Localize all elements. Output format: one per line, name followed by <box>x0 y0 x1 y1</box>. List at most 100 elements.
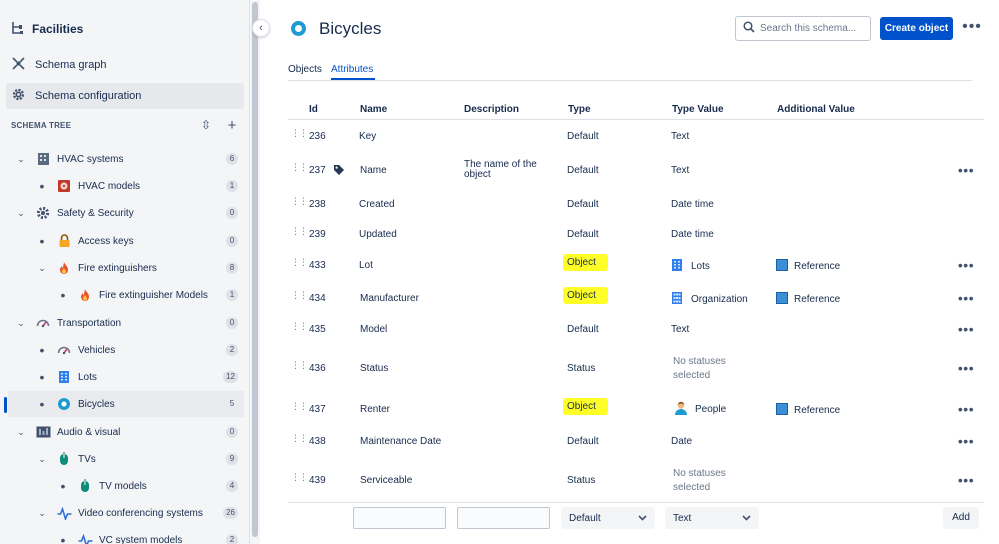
drag-handle-icon[interactable]: ⋮⋮ <box>291 434 308 446</box>
attribute-additional-value[interactable]: Reference <box>776 259 840 272</box>
attribute-name[interactable]: Manufacturer <box>360 293 419 304</box>
attribute-type-value[interactable]: Text <box>671 131 689 142</box>
tree-item-video-conferencing-systems[interactable]: ⌄ Video conferencing systems 26 <box>37 500 238 526</box>
attribute-type-value[interactable]: Date time <box>671 199 714 210</box>
attribute-name[interactable]: Updated <box>359 229 397 240</box>
attribute-type[interactable]: Object <box>563 398 608 415</box>
chevron-down-icon[interactable]: ⌄ <box>37 508 47 519</box>
attribute-name[interactable]: Serviceable <box>360 475 412 486</box>
attribute-type-value[interactable]: Date time <box>671 229 714 240</box>
schema-graph-link[interactable]: Schema graph <box>6 52 244 78</box>
attribute-name[interactable]: Lot <box>359 260 373 271</box>
tree-item-lots[interactable]: • Lots 12 <box>37 364 238 390</box>
row-more-actions-icon[interactable]: ••• <box>957 361 975 375</box>
expand-collapse-icon[interactable]: ⇳ <box>197 118 215 132</box>
new-attribute-type-select[interactable]: Default <box>561 507 655 529</box>
tree-item-bicycles[interactable]: • Bicycles 5 <box>8 391 244 417</box>
drag-handle-icon[interactable]: ⋮⋮ <box>291 322 308 334</box>
attribute-type[interactable]: Default <box>567 131 599 142</box>
attribute-name[interactable]: Created <box>359 199 395 210</box>
tree-item-tvs[interactable]: ⌄ TVs 9 <box>37 446 238 472</box>
tree-item-hvac-models[interactable]: • HVAC models 1 <box>37 173 238 199</box>
sidebar-scrollbar[interactable] <box>250 0 260 544</box>
attribute-type[interactable]: Default <box>567 165 599 176</box>
attribute-type[interactable]: Object <box>563 254 608 271</box>
drag-handle-icon[interactable]: ⋮⋮ <box>291 197 308 209</box>
new-attribute-type-value-select[interactable]: Text <box>665 507 759 529</box>
row-more-actions-icon[interactable]: ••• <box>957 258 975 272</box>
scrollbar-thumb[interactable] <box>252 2 258 537</box>
tree-item-hvac-systems[interactable]: ⌄ HVAC systems 6 <box>16 146 238 172</box>
attribute-name[interactable]: Name <box>360 165 387 176</box>
tree-item-audio-visual[interactable]: ⌄ Audio & visual 0 <box>16 419 238 445</box>
attribute-type-value[interactable]: Text <box>671 324 689 335</box>
attribute-type-value[interactable]: Text <box>671 165 689 176</box>
tab-attributes[interactable]: Attributes <box>331 64 373 75</box>
drag-handle-icon[interactable]: ⋮⋮ <box>291 163 308 175</box>
chevron-down-icon[interactable]: ⌄ <box>16 154 26 165</box>
tree-item-fire-extinguisher-models[interactable]: • Fire extinguisher Models 1 <box>58 282 238 308</box>
drag-handle-icon[interactable]: ⋮⋮ <box>291 361 308 373</box>
row-more-actions-icon[interactable]: ••• <box>957 163 975 177</box>
attribute-type-value[interactable]: No statuses selected <box>673 355 726 383</box>
attribute-type[interactable]: Object <box>563 287 608 304</box>
row-more-actions-icon[interactable]: ••• <box>957 473 975 487</box>
attribute-name[interactable]: Model <box>360 324 387 335</box>
row-more-actions-icon[interactable]: ••• <box>957 322 975 336</box>
drag-handle-icon[interactable]: ⋮⋮ <box>291 291 308 303</box>
sidebar: Facilities Schema graph Schema configura… <box>0 0 250 544</box>
new-attribute-description-input[interactable] <box>457 507 550 529</box>
attribute-type-value[interactable]: No statuses selected <box>673 467 726 495</box>
attribute-name[interactable]: Key <box>359 131 376 142</box>
drag-handle-icon[interactable]: ⋮⋮ <box>291 227 308 239</box>
search-field[interactable] <box>735 16 871 41</box>
tree-item-safety-security[interactable]: ⌄ Safety & Security 0 <box>16 200 238 226</box>
chevron-down-icon[interactable]: ⌄ <box>16 208 26 219</box>
create-object-button[interactable]: Create object <box>880 17 953 40</box>
attribute-type-value[interactable]: Organization <box>671 291 748 308</box>
row-more-actions-icon[interactable]: ••• <box>957 402 975 416</box>
new-attribute-name-input[interactable] <box>353 507 446 529</box>
tree-item-transportation[interactable]: ⌄ Transportation 0 <box>16 310 238 336</box>
chevron-down-icon[interactable]: ⌄ <box>37 454 47 465</box>
drag-handle-icon[interactable]: ⋮⋮ <box>291 402 308 414</box>
tree-item-access-keys[interactable]: • Access keys 0 <box>37 228 238 254</box>
add-attribute-button[interactable]: Add <box>943 507 979 529</box>
collapse-sidebar-button[interactable]: ‹ <box>252 19 270 37</box>
attribute-name[interactable]: Renter <box>360 404 390 415</box>
attribute-name[interactable]: Status <box>360 363 388 374</box>
attribute-additional-value[interactable]: Reference <box>776 403 840 416</box>
chevron-down-icon[interactable]: ⌄ <box>37 263 47 274</box>
row-more-actions-icon[interactable]: ••• <box>957 291 975 305</box>
schema-configuration-link[interactable]: Schema configuration <box>6 83 244 109</box>
attribute-type[interactable]: Status <box>567 475 595 486</box>
attribute-type[interactable]: Default <box>567 324 599 335</box>
tree-item-tv-models[interactable]: • TV models 4 <box>58 473 238 499</box>
count-badge: 0 <box>226 207 238 219</box>
add-icon[interactable]: + <box>223 117 241 134</box>
attribute-type[interactable]: Default <box>567 229 599 240</box>
tree-item-fire-extinguishers[interactable]: ⌄ Fire extinguishers 8 <box>37 255 238 281</box>
tab-objects[interactable]: Objects <box>288 64 322 75</box>
attribute-type-value[interactable]: Date <box>671 436 692 447</box>
attribute-additional-value[interactable]: Reference <box>776 292 840 305</box>
tree-item-vehicles[interactable]: • Vehicles 2 <box>37 337 238 363</box>
drag-handle-icon[interactable]: ⋮⋮ <box>291 473 308 485</box>
attribute-type-value[interactable]: Lots <box>671 258 710 275</box>
tree-item-vc-system-models[interactable]: • VC system models 2 <box>58 527 238 544</box>
drag-handle-icon[interactable]: ⋮⋮ <box>291 129 308 141</box>
attribute-type[interactable]: Status <box>567 363 595 374</box>
attribute-type-value[interactable]: People <box>674 401 726 418</box>
attribute-type[interactable]: Default <box>567 436 599 447</box>
drag-handle-icon[interactable]: ⋮⋮ <box>291 258 308 270</box>
bicycle-object-icon <box>291 21 306 36</box>
chevron-down-icon[interactable]: ⌄ <box>16 318 26 329</box>
no-status-line: selected <box>673 482 711 493</box>
attribute-description[interactable]: The name of the object <box>464 160 537 180</box>
search-input[interactable] <box>760 23 860 34</box>
attribute-name[interactable]: Maintenance Date <box>360 436 441 447</box>
more-actions-icon[interactable]: ••• <box>962 19 982 36</box>
chevron-down-icon[interactable]: ⌄ <box>16 427 26 438</box>
row-more-actions-icon[interactable]: ••• <box>957 434 975 448</box>
attribute-type[interactable]: Default <box>567 199 599 210</box>
